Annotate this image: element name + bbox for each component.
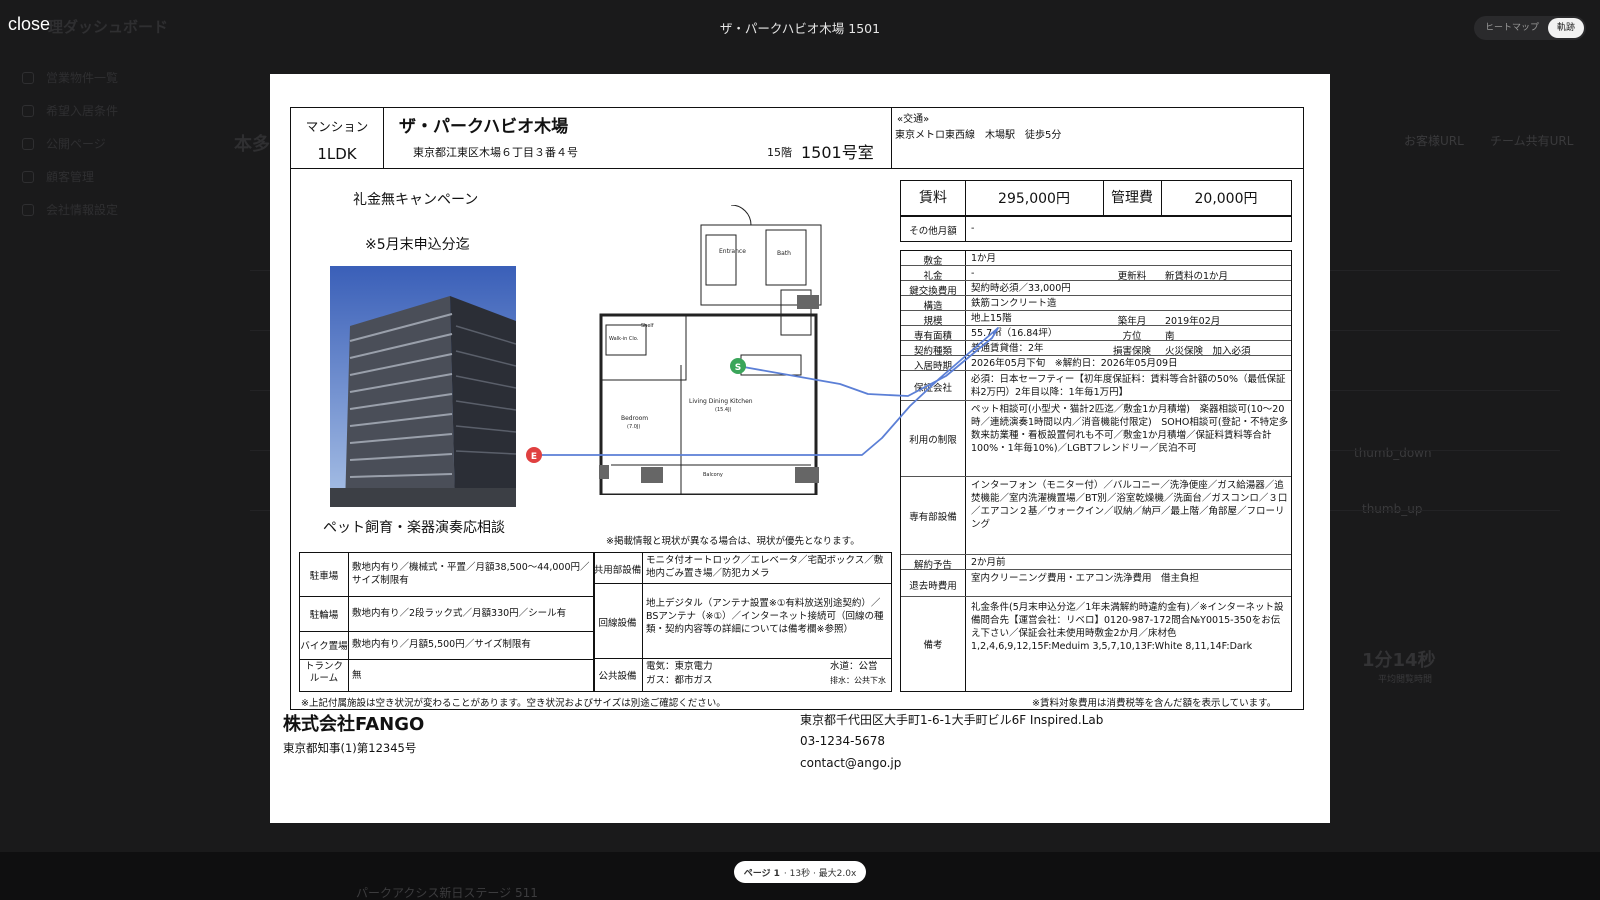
sidebar-item: 希望入居条件 — [22, 102, 118, 119]
viewer-title: ザ・パークハビオ木場 1501 — [719, 21, 881, 36]
globe-icon — [22, 137, 34, 150]
company-address: 東京都千代田区大手町1-6-1大手町ビル6F Inspired.Lab — [800, 713, 1104, 727]
send-icon — [22, 170, 34, 183]
company-license: 東京都知事(1)第12345号 — [283, 741, 417, 755]
company-phone: 03-1234-5678 — [800, 734, 886, 748]
sidebar-item: 会社情報設定 — [22, 201, 118, 218]
view-mode-toggle[interactable]: ヒートマップ 軌跡 — [1474, 16, 1586, 40]
thumb-down-icon: thumb_down — [1354, 446, 1432, 460]
page-meta: · 13秒 · 最大2.0x — [783, 868, 857, 879]
start-marker-label: S — [735, 363, 741, 373]
team-url-link: チーム共有URL — [1490, 134, 1574, 148]
thumb-up-icon: thumb_up — [1362, 502, 1423, 516]
page-title: 本多 — [234, 134, 270, 155]
sidebar-item: 公開ページ — [22, 135, 106, 152]
document-page: マンション 1LDK ザ・パークハビオ木場 東京都江東区木場６丁目３番４号 15… — [270, 74, 1330, 823]
list-item: パークアクシス新日ステージ 511 — [356, 886, 538, 900]
stat-value: 1分14秒 — [1362, 650, 1436, 671]
end-marker-label: E — [531, 452, 537, 462]
page-indicator: ページ 1 · 13秒 · 最大2.0x — [734, 861, 866, 883]
sidebar-item: 営業物件一覧 — [22, 69, 118, 86]
settings-icon — [22, 203, 34, 216]
heatmap-option[interactable]: ヒートマップ — [1476, 18, 1548, 38]
trajectory-option[interactable]: 軌跡 — [1548, 18, 1584, 38]
company-email: contact@ango.jp — [800, 756, 902, 770]
company-name: 株式会社FANGO — [283, 714, 425, 735]
edit-icon — [22, 104, 34, 117]
stat-label: 平均閲覧時間 — [1378, 675, 1433, 685]
list-icon — [22, 71, 34, 84]
customer-url-link: お客様URL — [1404, 134, 1464, 148]
page-label: ページ 1 — [743, 868, 780, 879]
sidebar-item: 顧客管理 — [22, 168, 94, 185]
